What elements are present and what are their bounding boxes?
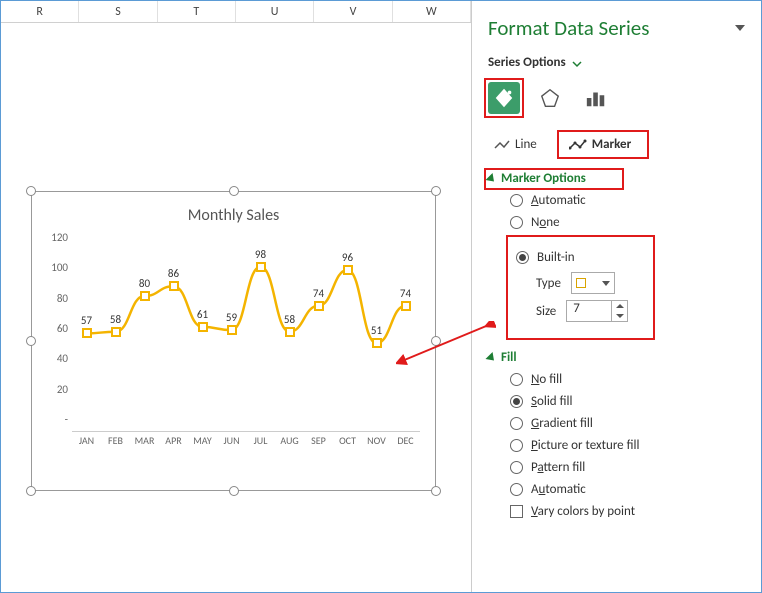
checkbox-vary-colors[interactable]: Vary colors by point: [510, 504, 745, 519]
col-header[interactable]: T: [158, 1, 236, 22]
data-label: 58: [284, 313, 295, 326]
resize-handle[interactable]: [431, 486, 441, 496]
resize-handle[interactable]: [26, 336, 36, 346]
data-marker[interactable]: [256, 262, 266, 272]
data-marker[interactable]: [372, 338, 382, 348]
resize-handle[interactable]: [229, 486, 239, 496]
fill-line-icon[interactable]: [488, 82, 520, 114]
data-marker[interactable]: [285, 327, 295, 337]
checkbox-label: Vary colors by point: [531, 504, 635, 519]
line-icon: [494, 139, 510, 151]
category-icons: [488, 82, 745, 114]
chevron-down-icon[interactable]: [735, 25, 745, 31]
data-label: 74: [313, 287, 324, 300]
radio-icon: [510, 439, 523, 452]
data-marker[interactable]: [401, 301, 411, 311]
radio-icon: [510, 461, 523, 474]
radio-icon: [510, 483, 523, 496]
chevron-down-icon: [572, 58, 582, 68]
radio-gradient-fill[interactable]: Gradient fill: [510, 416, 745, 431]
data-label: 51: [371, 324, 382, 337]
resize-handle[interactable]: [431, 336, 441, 346]
data-marker[interactable]: [140, 291, 150, 301]
radio-icon: [510, 373, 523, 386]
data-label: 98: [255, 248, 266, 261]
resize-handle[interactable]: [229, 186, 239, 196]
radio-icon: [510, 216, 523, 229]
radio-picture-fill[interactable]: Picture or texture fill: [510, 438, 745, 453]
resize-handle[interactable]: [431, 186, 441, 196]
section-title: Fill: [501, 350, 517, 365]
effects-icon[interactable]: [534, 82, 566, 114]
radio-automatic-fill[interactable]: Automatic: [510, 482, 745, 497]
col-header[interactable]: U: [236, 1, 314, 22]
data-marker[interactable]: [198, 322, 208, 332]
data-label: 59: [226, 311, 237, 324]
radio-label: Automatic: [531, 482, 586, 497]
expand-icon: [485, 351, 497, 363]
data-marker[interactable]: [169, 281, 179, 291]
checkbox-icon: [510, 505, 523, 518]
fill-header[interactable]: Fill: [488, 350, 745, 365]
data-label: 58: [110, 313, 121, 326]
panel-title-text: Format Data Series: [488, 15, 649, 41]
marker-options-header[interactable]: Marker Options: [488, 171, 745, 186]
radio-label: Picture or texture fill: [531, 438, 639, 453]
chart-title[interactable]: Monthly Sales: [32, 192, 435, 231]
radio-label: No fill: [531, 372, 562, 387]
data-marker[interactable]: [82, 328, 92, 338]
radio-icon: [510, 417, 523, 430]
data-marker[interactable]: [343, 265, 353, 275]
chart-object[interactable]: Monthly Sales 12010080604020- JANFEBMARA…: [31, 191, 436, 491]
series-line[interactable]: [72, 231, 420, 426]
resize-handle[interactable]: [26, 186, 36, 196]
panel-title: Format Data Series: [488, 15, 745, 41]
series-options-label: Series Options: [488, 55, 566, 70]
annotation-highlight: [484, 168, 624, 190]
col-header[interactable]: S: [79, 1, 157, 22]
tab-bar: Line Marker: [488, 134, 745, 159]
radio-pattern-fill[interactable]: Pattern fill: [510, 460, 745, 475]
data-label: 61: [197, 308, 208, 321]
col-header[interactable]: W: [393, 1, 471, 22]
radio-label: Pattern fill: [531, 460, 585, 475]
radio-label: None: [531, 215, 560, 230]
radio-label: Gradient fill: [531, 416, 593, 431]
radio-solid-fill[interactable]: Solid fill: [510, 394, 745, 409]
format-data-series-panel: Format Data Series Series Options Line: [471, 1, 761, 592]
x-axis: JANFEBMARAPRMAYJUNJULAUGSEPOCTNOVDEC: [72, 431, 420, 451]
data-label: 57: [81, 314, 92, 327]
worksheet-area[interactable]: R S T U V W Monthly Sales 12010080604020…: [1, 1, 471, 592]
builtin-group: Built-in Type Size 7: [508, 237, 745, 338]
tab-label: Line: [515, 137, 537, 152]
radio-icon: [510, 194, 523, 207]
data-label: 86: [168, 267, 179, 280]
radio-no-fill[interactable]: No fill: [510, 372, 745, 387]
annotation-highlight: [557, 130, 649, 159]
tab-line[interactable]: Line: [488, 134, 543, 155]
data-label: 96: [342, 251, 353, 264]
series-options-icon[interactable]: [580, 82, 612, 114]
radio-label: Solid fill: [531, 394, 572, 409]
radio-automatic[interactable]: Automatic: [510, 193, 745, 208]
col-header[interactable]: R: [1, 1, 79, 22]
radio-label: Automatic: [531, 193, 586, 208]
annotation-highlight: [506, 235, 655, 340]
data-label: 80: [139, 277, 150, 290]
series-options-dropdown[interactable]: Series Options: [488, 55, 745, 70]
plot-area[interactable]: 12010080604020- JANFEBMARAPRMAYJUNJULAUG…: [72, 231, 420, 451]
radio-icon: [510, 395, 523, 408]
radio-none[interactable]: None: [510, 215, 745, 230]
y-axis: 12010080604020-: [38, 231, 68, 426]
tab-marker[interactable]: Marker: [563, 134, 637, 155]
data-marker[interactable]: [111, 327, 121, 337]
resize-handle[interactable]: [26, 486, 36, 496]
col-header[interactable]: V: [314, 1, 392, 22]
data-marker[interactable]: [314, 301, 324, 311]
data-label: 74: [400, 287, 411, 300]
column-headers: R S T U V W: [1, 1, 471, 23]
data-marker[interactable]: [227, 325, 237, 335]
